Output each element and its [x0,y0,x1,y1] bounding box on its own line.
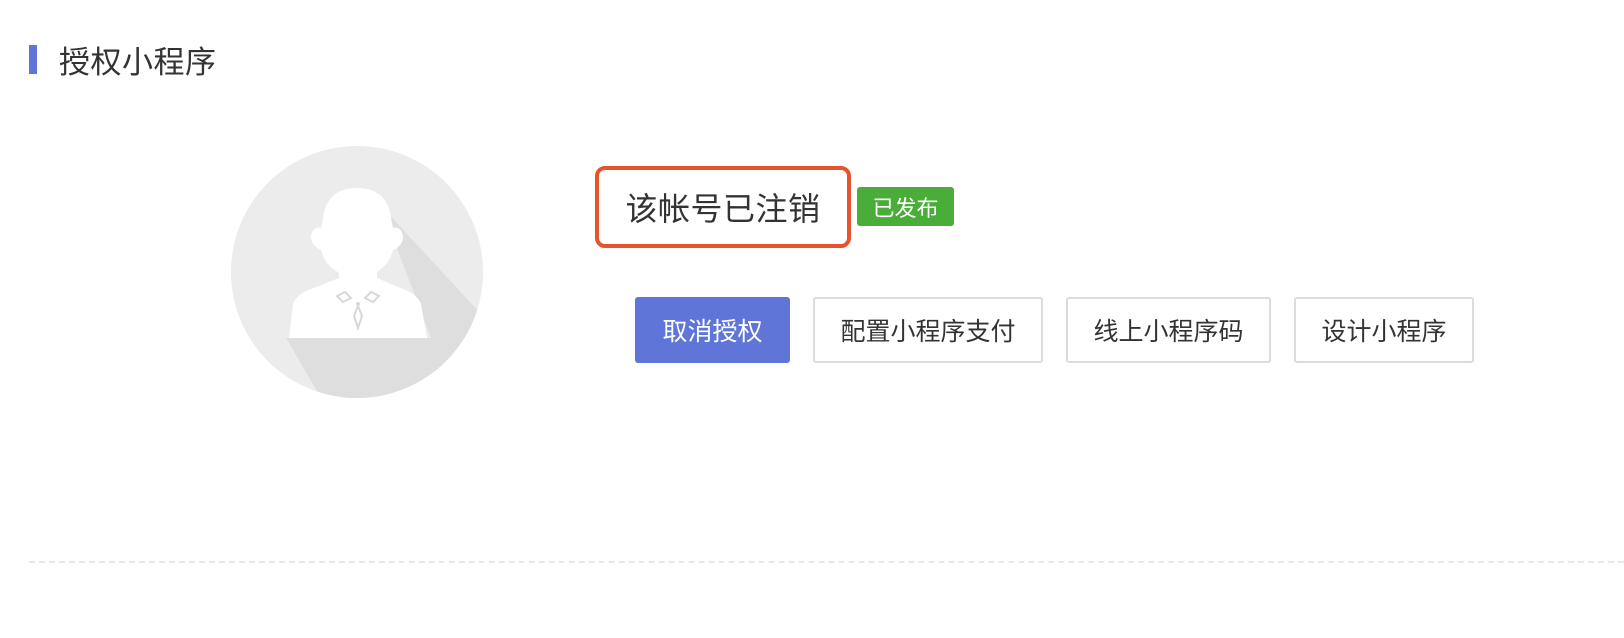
configure-payment-button[interactable]: 配置小程序支付 [813,297,1043,363]
account-name: 该帐号已注销 [625,190,821,228]
section-accent-bar [29,44,37,74]
default-user-avatar-icon [231,146,483,398]
section-divider [29,561,1624,563]
avatar [231,146,483,398]
account-name-highlight: 该帐号已注销 [595,166,851,248]
cancel-authorization-button[interactable]: 取消授权 [635,297,790,363]
section-header: 授权小程序 [29,38,217,81]
authorized-miniprogram-panel: 授权小程序 该帐号已注销 已发布 取消授权 配置小程序支付 线上小程序码 设计小… [0,0,1624,638]
section-title: 授权小程序 [59,44,217,81]
online-qrcode-button[interactable]: 线上小程序码 [1066,297,1271,363]
status-badge: 已发布 [857,187,954,226]
design-miniprogram-button[interactable]: 设计小程序 [1294,297,1474,363]
